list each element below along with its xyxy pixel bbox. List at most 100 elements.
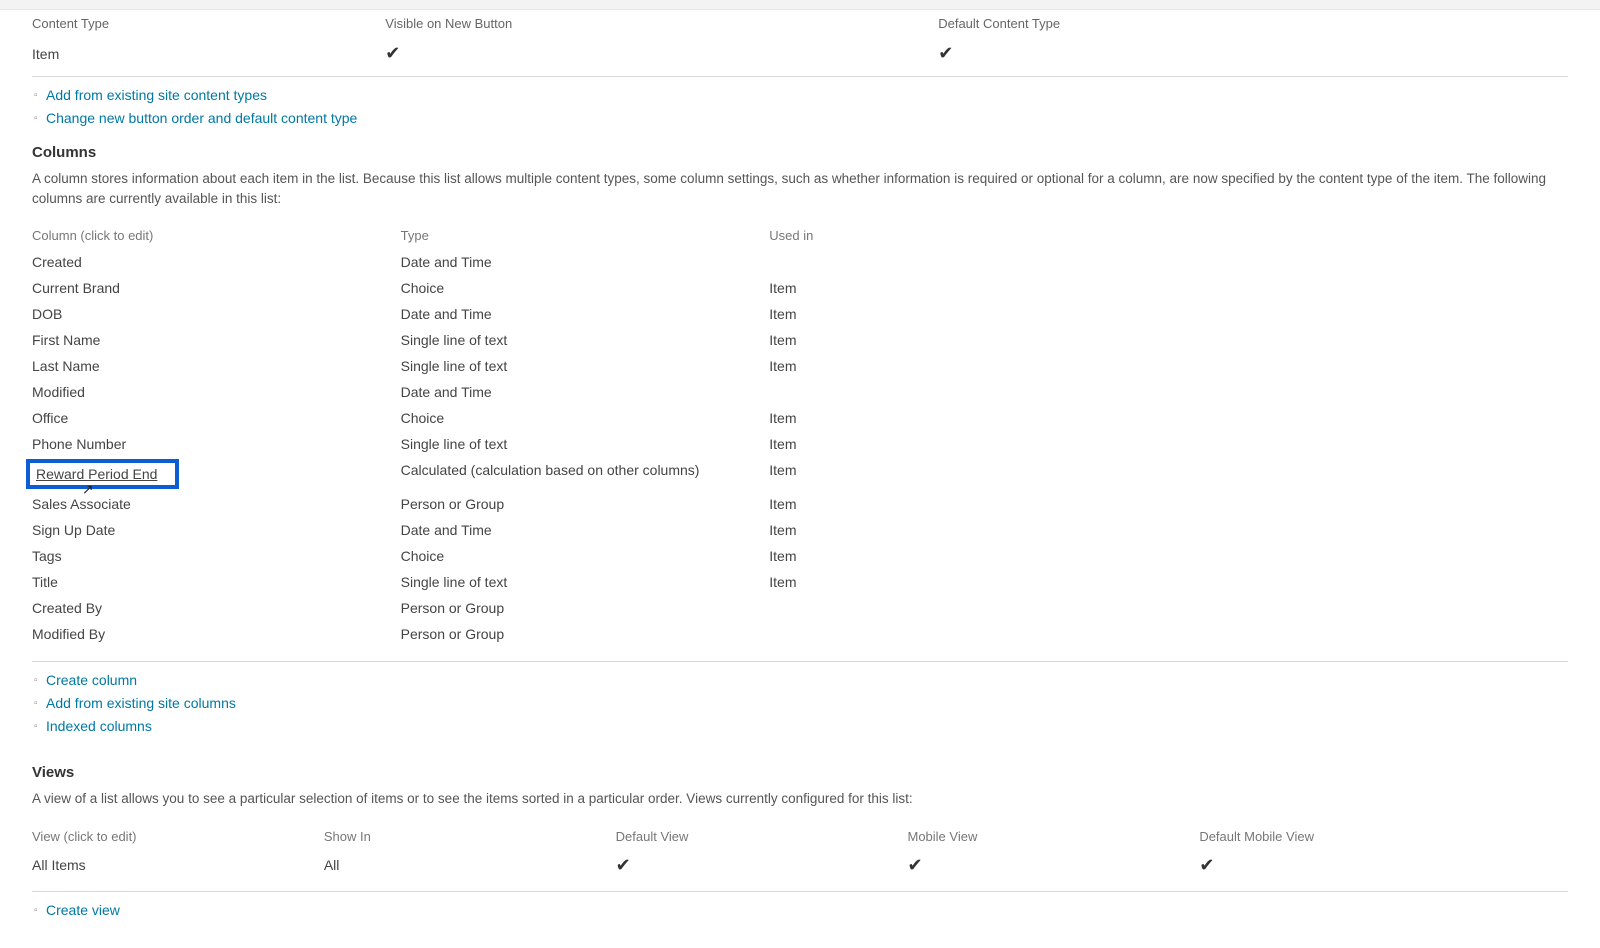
- ct-row: Item ✔ ✔: [32, 37, 1568, 70]
- top-toolbar-placeholder: [0, 0, 1600, 10]
- create-view-link[interactable]: Create view: [46, 902, 120, 918]
- view-header-mobile: Mobile View: [907, 823, 1199, 850]
- column-usedin: [769, 595, 1568, 621]
- add-existing-ct-link[interactable]: Add from existing site content types: [46, 87, 267, 103]
- check-icon: ✔: [385, 43, 400, 63]
- divider: [32, 891, 1568, 892]
- ct-header-visible: Visible on New Button: [385, 10, 938, 37]
- columns-table: Column (click to edit) Type Used in Crea…: [32, 222, 1568, 647]
- column-link[interactable]: First Name: [32, 332, 100, 348]
- column-row: Created By Person or Group: [32, 595, 1568, 621]
- column-type: Calculated (calculation based on other c…: [401, 457, 770, 491]
- view-header-defaultmobile: Default Mobile View: [1199, 823, 1568, 850]
- col-header-name: Column (click to edit): [32, 222, 401, 249]
- column-row: Modified By Person or Group: [32, 621, 1568, 647]
- change-button-order-link[interactable]: Change new button order and default cont…: [46, 110, 357, 126]
- column-link[interactable]: Title: [32, 574, 58, 590]
- column-row: Created Date and Time: [32, 249, 1568, 275]
- content-types-table: Content Type Visible on New Button Defau…: [32, 10, 1568, 70]
- view-row: All Items All ✔ ✔ ✔: [32, 850, 1568, 881]
- column-link[interactable]: Current Brand: [32, 280, 120, 296]
- column-link[interactable]: Sign Up Date: [32, 522, 115, 538]
- column-row: Current Brand ChoiceItem: [32, 275, 1568, 301]
- column-type: Choice: [401, 543, 770, 569]
- column-type: Single line of text: [401, 327, 770, 353]
- column-type: Date and Time: [401, 249, 770, 275]
- column-type: Person or Group: [401, 491, 770, 517]
- view-showin: All: [324, 850, 616, 881]
- column-type: Person or Group: [401, 595, 770, 621]
- column-usedin: Item: [769, 405, 1568, 431]
- divider: [32, 661, 1568, 662]
- columns-description: A column stores information about each i…: [32, 169, 1568, 208]
- column-link[interactable]: Created By: [32, 600, 102, 616]
- divider: [32, 76, 1568, 77]
- view-header-default: Default View: [616, 823, 908, 850]
- column-usedin: Item: [769, 517, 1568, 543]
- ct-item-link[interactable]: Item: [32, 46, 59, 62]
- column-action-links: Create column Add from existing site col…: [32, 670, 1568, 736]
- column-row: First Name Single line of textItem: [32, 327, 1568, 353]
- column-usedin: Item: [769, 431, 1568, 457]
- column-row: Title Single line of textItem: [32, 569, 1568, 595]
- column-type: Date and Time: [401, 301, 770, 327]
- column-usedin: Item: [769, 491, 1568, 517]
- column-type: Person or Group: [401, 621, 770, 647]
- add-existing-column-link[interactable]: Add from existing site columns: [46, 695, 236, 711]
- column-usedin: [769, 379, 1568, 405]
- column-usedin: Item: [769, 353, 1568, 379]
- column-link[interactable]: Phone Number: [32, 436, 126, 452]
- column-type: Choice: [401, 275, 770, 301]
- column-type: Choice: [401, 405, 770, 431]
- indexed-columns-link[interactable]: Indexed columns: [46, 718, 152, 734]
- check-icon: ✔: [616, 855, 631, 875]
- view-link[interactable]: All Items: [32, 857, 86, 873]
- column-link[interactable]: Last Name: [32, 358, 100, 374]
- ct-action-links: Add from existing site content types Cha…: [32, 85, 1568, 128]
- column-usedin: Item: [769, 301, 1568, 327]
- column-usedin: Item: [769, 569, 1568, 595]
- view-header-name: View (click to edit): [32, 823, 324, 850]
- column-link[interactable]: Reward Period End: [36, 466, 157, 482]
- view-action-links: Create view: [32, 900, 1568, 920]
- highlight-box: Reward Period End↖: [26, 459, 179, 489]
- column-link[interactable]: Office: [32, 410, 68, 426]
- create-column-link[interactable]: Create column: [46, 672, 137, 688]
- column-row: Tags ChoiceItem: [32, 543, 1568, 569]
- col-header-type: Type: [401, 222, 770, 249]
- check-icon: ✔: [938, 43, 953, 63]
- column-usedin: Item: [769, 543, 1568, 569]
- column-usedin: Item: [769, 457, 1568, 491]
- column-usedin: Item: [769, 327, 1568, 353]
- main-content: Content Type Visible on New Button Defau…: [0, 10, 1600, 948]
- ct-header-default: Default Content Type: [938, 10, 1568, 37]
- col-header-used: Used in: [769, 222, 1568, 249]
- column-row: Sales Associate Person or GroupItem: [32, 491, 1568, 517]
- column-row: Reward Period End↖Calculated (calculatio…: [32, 457, 1568, 491]
- column-link[interactable]: Modified By: [32, 626, 105, 642]
- views-title: Views: [32, 764, 1568, 781]
- column-row: Modified Date and Time: [32, 379, 1568, 405]
- column-link[interactable]: Sales Associate: [32, 496, 131, 512]
- column-type: Date and Time: [401, 379, 770, 405]
- check-icon: ✔: [907, 855, 922, 875]
- column-link[interactable]: Created: [32, 254, 82, 270]
- ct-header-name: Content Type: [32, 10, 385, 37]
- column-row: DOB Date and TimeItem: [32, 301, 1568, 327]
- column-row: Office ChoiceItem: [32, 405, 1568, 431]
- views-table: View (click to edit) Show In Default Vie…: [32, 823, 1568, 881]
- column-link[interactable]: Tags: [32, 548, 62, 564]
- column-link[interactable]: DOB: [32, 306, 62, 322]
- view-header-showin: Show In: [324, 823, 616, 850]
- column-usedin: [769, 621, 1568, 647]
- column-row: Phone Number Single line of textItem: [32, 431, 1568, 457]
- column-type: Single line of text: [401, 569, 770, 595]
- column-usedin: [769, 249, 1568, 275]
- column-usedin: Item: [769, 275, 1568, 301]
- check-icon: ✔: [1199, 855, 1214, 875]
- columns-title: Columns: [32, 144, 1568, 161]
- column-type: Single line of text: [401, 353, 770, 379]
- column-link[interactable]: Modified: [32, 384, 85, 400]
- column-type: Date and Time: [401, 517, 770, 543]
- column-type: Single line of text: [401, 431, 770, 457]
